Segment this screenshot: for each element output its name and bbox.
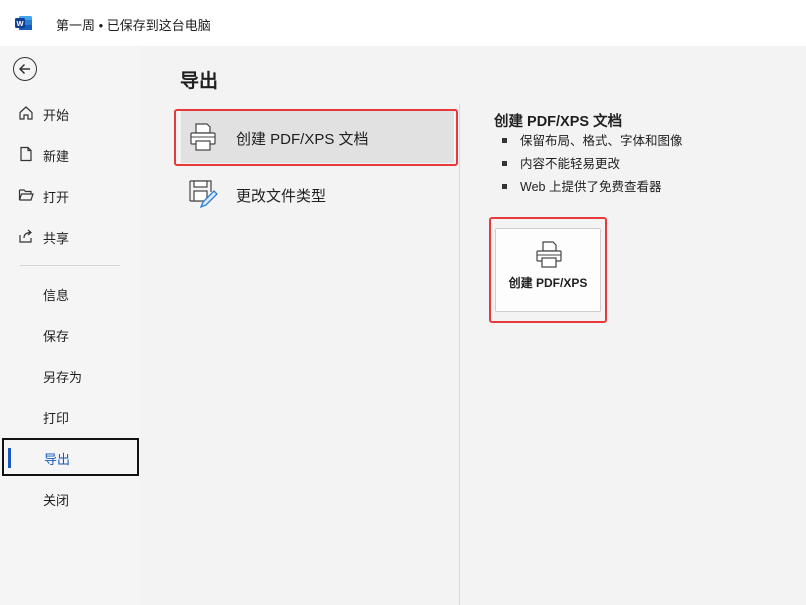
folder-open-icon xyxy=(18,189,34,201)
nav-label: 保存 xyxy=(43,329,70,344)
nav-label: 新建 xyxy=(43,149,70,164)
title-bar: W 第一周 • 已保存到这台电脑 xyxy=(0,0,806,46)
nav-label: 打印 xyxy=(43,411,70,426)
nav-print[interactable]: 打印 xyxy=(0,397,140,435)
nav-save[interactable]: 保存 xyxy=(0,315,140,353)
nav-label: 关闭 xyxy=(43,493,70,508)
list-item: 内容不能轻易更改 xyxy=(502,156,683,179)
list-item: 保留布局、格式、字体和图像 xyxy=(502,133,683,156)
nav-label: 信息 xyxy=(43,288,70,303)
nav-info[interactable]: 信息 xyxy=(0,274,140,312)
option-change-file-type[interactable]: 更改文件类型 xyxy=(181,168,454,220)
nav-label: 打开 xyxy=(43,190,70,205)
change-filetype-icon xyxy=(189,180,218,209)
detail-bullet-list: 保留布局、格式、字体和图像 内容不能轻易更改 Web 上提供了免费查看器 xyxy=(502,133,683,202)
nav-label: 导出 xyxy=(44,452,71,467)
highlight-box-button xyxy=(489,217,607,323)
back-arrow-icon xyxy=(18,63,30,75)
word-logo-icon: W xyxy=(15,16,32,30)
nav-new[interactable]: 新建 xyxy=(0,135,140,173)
nav-label: 开始 xyxy=(43,108,70,123)
nav-label: 另存为 xyxy=(43,370,83,385)
back-button[interactable] xyxy=(13,57,37,81)
nav-label: 共享 xyxy=(43,231,70,246)
pane-divider xyxy=(459,104,460,605)
home-icon xyxy=(19,106,33,120)
nav-save-as[interactable]: 另存为 xyxy=(0,356,140,394)
document-title: 第一周 • 已保存到这台电脑 xyxy=(56,18,211,33)
highlight-box-option xyxy=(174,109,458,166)
svg-text:W: W xyxy=(16,19,24,28)
new-document-icon xyxy=(20,146,32,162)
list-item: Web 上提供了免费查看器 xyxy=(502,179,683,202)
share-icon xyxy=(19,229,32,243)
nav-home[interactable]: 开始 xyxy=(0,94,140,132)
sidebar-divider xyxy=(20,265,120,266)
nav-close[interactable]: 关闭 xyxy=(0,479,140,517)
option-label: 更改文件类型 xyxy=(236,188,327,205)
page-title: 导出 xyxy=(180,71,219,92)
active-indicator xyxy=(8,448,11,468)
detail-title: 创建 PDF/XPS 文档 xyxy=(494,114,623,130)
nav-open[interactable]: 打开 xyxy=(0,176,140,214)
nav-export[interactable]: 导出 xyxy=(2,438,139,476)
nav-share[interactable]: 共享 xyxy=(0,217,140,255)
